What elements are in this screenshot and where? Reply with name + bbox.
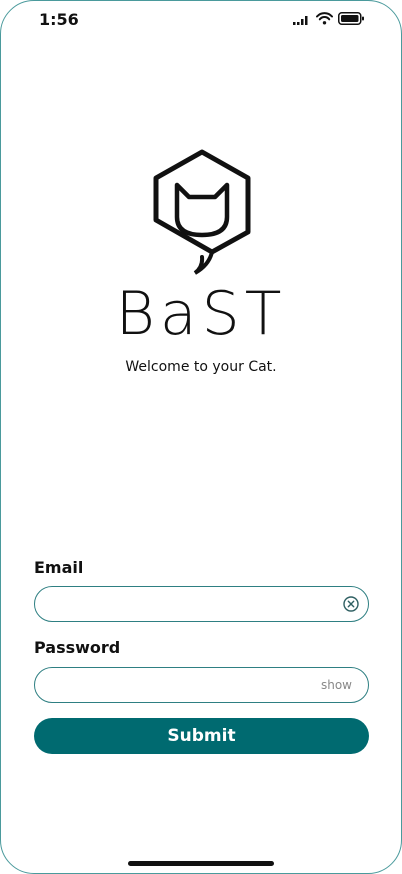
brand-name: BaST xyxy=(115,279,287,349)
battery-icon xyxy=(338,12,364,25)
email-label: Email xyxy=(34,558,84,577)
status-bar: 1:56 xyxy=(1,1,401,37)
show-password-toggle[interactable]: show xyxy=(321,678,352,692)
cellular-signal-icon xyxy=(293,15,308,25)
status-time: 1:56 xyxy=(39,10,79,29)
wifi-icon xyxy=(316,12,333,25)
submit-button[interactable]: Submit xyxy=(34,718,369,754)
password-field[interactable] xyxy=(49,668,329,702)
phone-screen: 1:56 BaST Welcome to your Cat. Email Pas… xyxy=(0,0,402,874)
email-field[interactable] xyxy=(49,587,329,621)
tagline: Welcome to your Cat. xyxy=(125,359,277,375)
clear-icon[interactable] xyxy=(343,596,359,612)
password-field-container: show xyxy=(34,667,369,703)
password-label: Password xyxy=(34,638,121,657)
home-indicator xyxy=(128,861,274,866)
email-field-container xyxy=(34,586,369,622)
cat-hexagon-logo xyxy=(153,149,251,275)
status-icons xyxy=(293,12,365,25)
